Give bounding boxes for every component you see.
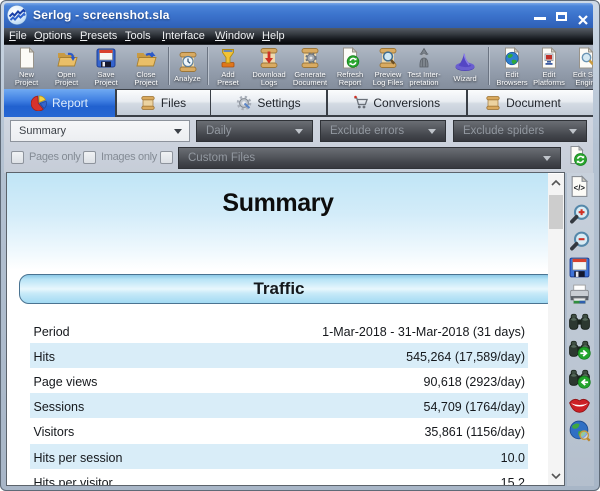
svg-text:</>: </>	[574, 184, 586, 193]
